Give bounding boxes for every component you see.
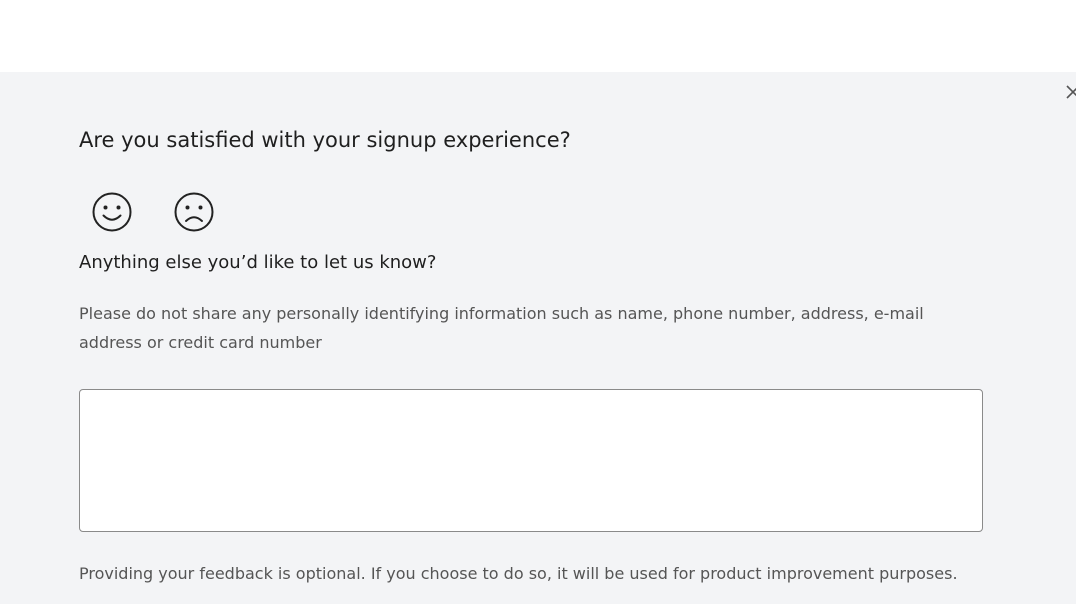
- sad-face-icon: [174, 192, 214, 232]
- satisfaction-question: Are you satisfied with your signup exper…: [79, 128, 571, 152]
- close-icon: [1066, 85, 1076, 99]
- smiley-face-icon: [92, 192, 132, 232]
- optional-feedback-note: Providing your feedback is optional. If …: [79, 564, 958, 583]
- feedback-textarea[interactable]: [79, 389, 983, 532]
- satisfaction-rating-group: [90, 190, 216, 234]
- close-button[interactable]: [1062, 82, 1076, 102]
- privacy-note: Please do not share any personally ident…: [79, 304, 924, 352]
- feedback-panel: Are you satisfied with your signup exper…: [0, 72, 1076, 604]
- top-blank-area: [0, 0, 1076, 72]
- followup-question: Anything else you’d like to let us know?: [79, 252, 437, 273]
- satisfied-button[interactable]: [90, 190, 134, 234]
- dissatisfied-button[interactable]: [172, 190, 216, 234]
